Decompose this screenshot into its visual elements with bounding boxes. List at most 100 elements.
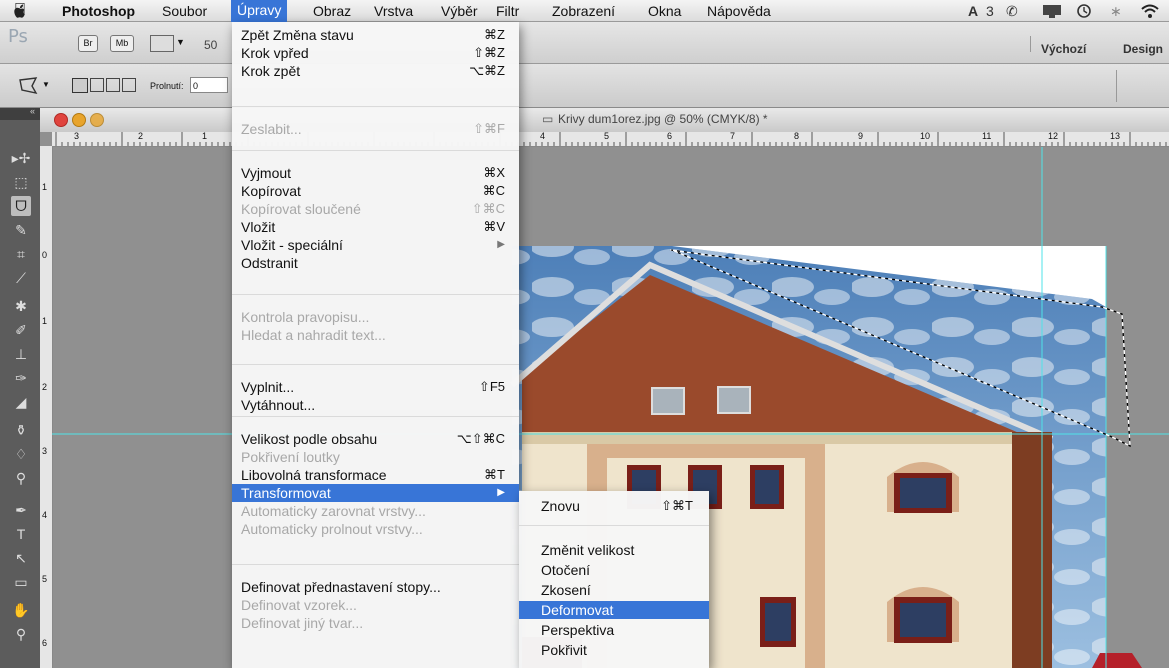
menu-item-shortcut: ⇧⌘C (471, 201, 505, 216)
ruler-label: 4 (540, 131, 546, 141)
document-title: Krivy dum1orez.jpg @ 50% (CMYK/8) * (558, 112, 768, 126)
submenu-item[interactable]: Znovu ⇧⌘T (519, 497, 709, 515)
marquee-tool-icon[interactable]: ⬚ (11, 172, 31, 192)
menu-napoveda[interactable]: Nápověda (707, 3, 771, 19)
menu-item[interactable]: Odstranit (232, 254, 519, 272)
minimize-window-icon[interactable] (72, 113, 86, 127)
apple-logo-icon[interactable] (12, 3, 28, 19)
submenu-item[interactable]: Zkosení (519, 581, 709, 599)
submenu-item[interactable]: Pokřivit (519, 641, 709, 659)
menu-vrstva[interactable]: Vrstva (374, 3, 413, 19)
bluetooth-phone-icon[interactable]: ✆ (1006, 3, 1018, 20)
add-selection-icon[interactable] (90, 78, 104, 92)
menu-separator (232, 364, 519, 365)
clone-stamp-tool-icon[interactable]: ⊥ (11, 344, 31, 364)
menu-zobrazeni[interactable]: Zobrazení (552, 3, 615, 19)
lasso-tool-icon[interactable]: ᗜ (11, 196, 31, 216)
menu-item[interactable]: Zpět Změna stavu ⌘Z (232, 26, 519, 44)
menu-item[interactable]: Definovat přednastavení stopy... (232, 578, 519, 596)
menu-item-label: Zpět Změna stavu (241, 27, 354, 43)
menu-separator (232, 294, 519, 295)
crop-tool-icon[interactable]: ⌗ (11, 244, 31, 264)
feather-input[interactable]: 0 (190, 77, 228, 93)
display-icon[interactable] (1042, 4, 1062, 19)
submenu-item-label: Pokřivit (541, 642, 587, 658)
document-file-icon: ▭ (542, 112, 554, 126)
workspace-design[interactable]: Design (1123, 42, 1163, 56)
close-window-icon[interactable] (54, 113, 68, 127)
menu-item[interactable]: Krok zpět ⌥⌘Z (232, 62, 519, 80)
menu-vyber[interactable]: Výběr (441, 3, 478, 19)
menu-item-shortcut: ⌘X (483, 165, 505, 180)
menu-upravy[interactable]: Úpravy (231, 0, 288, 22)
menu-item-label: Zeslabit... (241, 121, 302, 137)
bridge-button[interactable]: Br (78, 35, 98, 52)
polygonal-lasso-tool-preset-icon[interactable] (18, 76, 40, 96)
bluetooth-icon[interactable]: ∗ (1110, 3, 1122, 20)
history-brush-tool-icon[interactable]: ✑ (11, 368, 31, 388)
eyedropper-tool-icon[interactable]: ⟋ (11, 268, 31, 288)
view-extras-button[interactable] (150, 35, 174, 52)
ruler-label: 10 (920, 131, 931, 141)
quick-selection-tool-icon[interactable]: ✎ (11, 220, 31, 240)
brush-tool-icon[interactable]: ✐ (11, 320, 31, 340)
move-tool-icon[interactable]: ▸✢ (11, 148, 31, 168)
type-tool-icon[interactable]: T (11, 524, 31, 544)
workspace-default[interactable]: Výchozí (1041, 42, 1086, 56)
options-bar: ▼ Prolnutí: 0 (0, 64, 1169, 108)
menu-item[interactable]: Velikost podle obsahu ⌥⇧⌘C (232, 430, 519, 448)
horizontal-ruler[interactable]: 3 2 1 4 5 6 7 8 9 10 11 12 13 (52, 131, 1169, 147)
menu-item-shortcut: ⌘C (482, 183, 505, 198)
time-machine-icon[interactable] (1076, 3, 1092, 19)
menu-app-photoshop[interactable]: Photoshop (62, 3, 135, 19)
intersect-selection-icon[interactable] (122, 78, 136, 92)
menu-item[interactable]: Vyjmout ⌘X (232, 164, 519, 182)
hand-tool-icon[interactable]: ✋ (11, 600, 31, 620)
menu-okna[interactable]: Okna (648, 3, 681, 19)
window-glass (900, 603, 946, 637)
menu-item[interactable]: Vložit - speciální ▶ (232, 236, 519, 254)
menu-item[interactable]: Transformovat ▶ (232, 484, 519, 502)
menu-item-label: Odstranit (241, 255, 298, 271)
menu-item[interactable]: Vytáhnout... (232, 396, 519, 414)
menu-item: Definovat vzorek... (232, 596, 519, 614)
blur-tool-icon[interactable]: ♢ (11, 444, 31, 464)
menu-item-label: Vyplnit... (241, 379, 295, 395)
menu-soubor[interactable]: Soubor (162, 3, 207, 19)
paint-bucket-tool-icon[interactable]: ⚱ (11, 420, 31, 440)
wifi-icon[interactable] (1140, 3, 1160, 19)
menu-obraz[interactable]: Obraz (313, 3, 351, 19)
dodge-tool-icon[interactable]: ⚲ (11, 468, 31, 488)
path-selection-tool-icon[interactable]: ↖ (11, 548, 31, 568)
zoom-window-icon[interactable] (90, 113, 104, 127)
new-selection-icon[interactable] (72, 78, 88, 93)
menu-item[interactable]: Libovolná transformace ⌘T (232, 466, 519, 484)
pen-tool-icon[interactable]: ✒ (11, 500, 31, 520)
ruler-label: 5 (604, 131, 610, 141)
menu-item[interactable]: Krok vpřed ⇧⌘Z (232, 44, 519, 62)
menu-filtr[interactable]: Filtr (496, 3, 519, 19)
submenu-item[interactable]: Otočení (519, 561, 709, 579)
submenu-arrow-icon: ▶ (497, 239, 505, 250)
healing-brush-tool-icon[interactable]: ✱ (11, 296, 31, 316)
shape-tool-icon[interactable]: ▭ (11, 572, 31, 592)
submenu-item[interactable]: Změnit velikost (519, 541, 709, 559)
tools-panel: « ▸✢ ⬚ ᗜ ✎ ⌗ ⟋ ✱ ✐ ⊥ ✑ ◢ ⚱ ♢ ⚲ ✒ T ↖ ▭ ✋… (0, 106, 40, 668)
collapse-icon[interactable]: « (30, 106, 35, 116)
menu-item[interactable]: Kopírovat ⌘C (232, 182, 519, 200)
menu-item[interactable]: Vyplnit... ⇧F5 (232, 378, 519, 396)
submenu-item[interactable]: Deformovat (519, 601, 709, 619)
eraser-tool-icon[interactable]: ◢ (11, 392, 31, 412)
zoom-tool-icon[interactable]: ⚲ (11, 624, 31, 644)
mini-bridge-button[interactable]: Mb (110, 35, 134, 52)
submenu-item-label: Otočení (541, 562, 591, 578)
window-glass (765, 603, 791, 641)
subtract-selection-icon[interactable] (106, 78, 120, 92)
menu-item[interactable]: Vložit ⌘V (232, 218, 519, 236)
dropdown-arrow-icon[interactable]: ▼ (176, 37, 185, 47)
submenu-item[interactable]: Perspektiva (519, 621, 709, 639)
menu-item-label: Automaticky zarovnat vrstvy... (241, 503, 426, 519)
adobe-icon[interactable]: A (968, 3, 978, 19)
zoom-level[interactable]: 50 (204, 38, 217, 52)
preset-dropdown-icon[interactable]: ▼ (42, 80, 50, 89)
